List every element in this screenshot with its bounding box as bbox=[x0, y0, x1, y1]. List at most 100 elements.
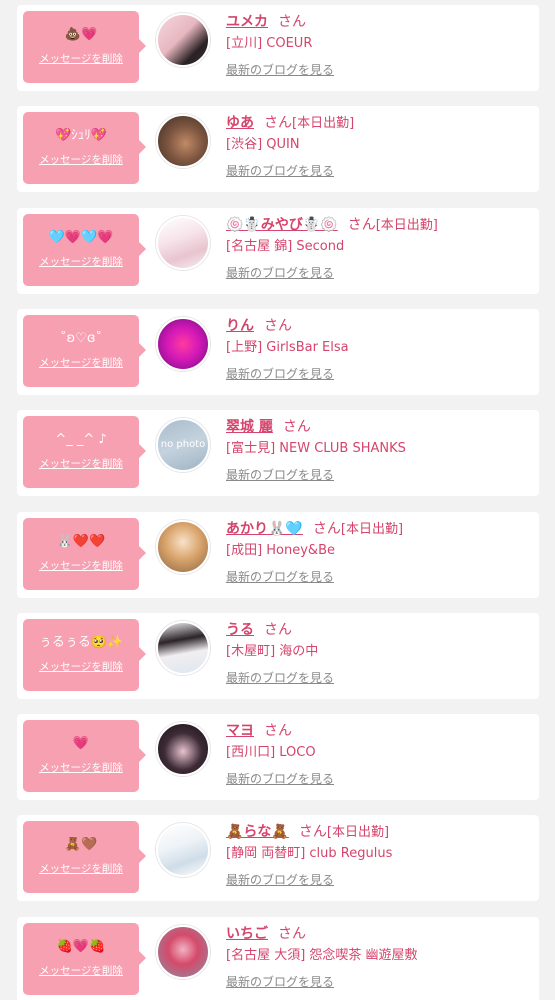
shop-info: [西川口] LOCO bbox=[226, 745, 316, 760]
message-bubble: 💖ｼｭﾘ💖 メッセージを削除 bbox=[23, 112, 146, 184]
delete-message-link[interactable]: メッセージを削除 bbox=[23, 659, 139, 674]
name-row: りん さん bbox=[226, 317, 292, 335]
shop-info: [木屋町] 海の中 bbox=[226, 644, 319, 659]
message-text: 💖ｼｭﾘ💖 bbox=[55, 128, 107, 143]
avatar[interactable] bbox=[156, 520, 210, 574]
cast-name-link[interactable]: マヨ bbox=[226, 723, 254, 739]
avatar[interactable] bbox=[156, 317, 210, 371]
latest-blog-link[interactable]: 最新のブログを見る bbox=[226, 669, 334, 686]
avatar[interactable] bbox=[156, 823, 210, 877]
message-card: ぅるぅる🥺✨ メッセージを削除 うる さん [木屋町] 海の中 最新のブログを見る bbox=[17, 613, 539, 699]
name-row: 🍥☃️みやび☃️🍥 さん[本日出勤] bbox=[226, 216, 438, 235]
name-row: うる さん bbox=[226, 621, 292, 639]
cast-name-link[interactable]: いちご bbox=[226, 926, 268, 942]
cast-name-link[interactable]: ユメカ bbox=[226, 14, 268, 30]
name-row: いちご さん bbox=[226, 925, 306, 943]
cast-name-link[interactable]: 🍥☃️みやび☃️🍥 bbox=[226, 217, 338, 233]
shop-info: [富士見] NEW CLUB SHANKS bbox=[226, 441, 406, 456]
message-bubble: 🧸🤎 メッセージを削除 bbox=[23, 821, 146, 893]
honorific: さん bbox=[264, 318, 292, 334]
name-row: ゆあ さん[本日出勤] bbox=[226, 114, 354, 133]
avatar[interactable] bbox=[156, 216, 210, 270]
delete-message-link[interactable]: メッセージを削除 bbox=[23, 152, 139, 167]
latest-blog-link[interactable]: 最新のブログを見る bbox=[226, 264, 334, 281]
message-card: ˚ʚ♡ɞ˚ メッセージを削除 りん さん [上野] GirlsBar Elsa 最新のブロ… bbox=[17, 309, 539, 395]
message-card: 💗 メッセージを削除 マヨ さん [西川口] LOCO 最新のブログを見る bbox=[17, 714, 539, 800]
message-bubble: 🍓💗🍓 メッセージを削除 bbox=[23, 923, 146, 995]
name-row: ユメカ さん bbox=[226, 13, 306, 31]
name-row: マヨ さん bbox=[226, 722, 292, 740]
cast-name-link[interactable]: うる bbox=[226, 622, 254, 638]
message-text: 💩💗 bbox=[64, 27, 98, 42]
message-card: 🧸🤎 メッセージを削除 🧸らな🧸 さん[本日出勤] [静岡 両替町] club Regu… bbox=[17, 815, 539, 901]
delete-message-link[interactable]: メッセージを削除 bbox=[23, 456, 139, 471]
honorific: さん bbox=[264, 622, 292, 638]
latest-blog-link[interactable]: 最新のブログを見る bbox=[226, 162, 334, 179]
latest-blog-link[interactable]: 最新のブログを見る bbox=[226, 973, 334, 990]
latest-blog-link[interactable]: 最新のブログを見る bbox=[226, 466, 334, 483]
message-card: ^_ _^ ♪ メッセージを削除 no photo 翠城 麗さん [富士見] NEW C… bbox=[17, 410, 539, 496]
no-photo-placeholder: no photo bbox=[160, 439, 206, 450]
delete-message-link[interactable]: メッセージを削除 bbox=[23, 963, 139, 978]
honorific: さん bbox=[278, 926, 306, 942]
attendance-status: [本日出勤] bbox=[326, 825, 390, 840]
shop-info: [渋谷] QUIN bbox=[226, 137, 300, 152]
avatar[interactable] bbox=[156, 925, 210, 979]
shop-info: [静岡 両替町] club Regulus bbox=[226, 846, 393, 861]
latest-blog-link[interactable]: 最新のブログを見る bbox=[226, 365, 334, 382]
shop-info: [上野] GirlsBar Elsa bbox=[226, 340, 349, 355]
latest-blog-link[interactable]: 最新のブログを見る bbox=[226, 770, 334, 787]
delete-message-link[interactable]: メッセージを削除 bbox=[23, 254, 139, 269]
latest-blog-link[interactable]: 最新のブログを見る bbox=[226, 61, 334, 78]
avatar[interactable] bbox=[156, 621, 210, 675]
delete-message-link[interactable]: メッセージを削除 bbox=[23, 51, 139, 66]
message-card: 🐰❤️❤️ メッセージを削除 あかり🐰🩵 さん[本日出勤] [成田] Honey&Be 最… bbox=[17, 512, 539, 598]
shop-info: [立川] COEUR bbox=[226, 36, 313, 51]
shop-info: [名古屋 錦] Second bbox=[226, 239, 345, 254]
message-text: 🧸🤎 bbox=[64, 837, 98, 852]
shop-info: [成田] Honey&Be bbox=[226, 543, 335, 558]
attendance-status: [本日出勤] bbox=[375, 218, 438, 233]
message-text: 💗 bbox=[72, 736, 90, 751]
delete-message-link[interactable]: メッセージを削除 bbox=[23, 861, 139, 876]
delete-message-link[interactable]: メッセージを削除 bbox=[23, 760, 139, 775]
latest-blog-link[interactable]: 最新のブログを見る bbox=[226, 568, 334, 585]
name-row: 🧸らな🧸 さん[本日出勤] bbox=[226, 823, 389, 842]
message-bubble: ぅるぅる🥺✨ メッセージを削除 bbox=[23, 619, 146, 691]
cast-name-link[interactable]: ゆあ bbox=[226, 115, 254, 131]
message-card: 🍓💗🍓 メッセージを削除 いちご さん [名古屋 大須] 怨念喫茶 幽遊屋敷 最新のブログ… bbox=[17, 917, 539, 1000]
message-bubble: ^_ _^ ♪ メッセージを削除 bbox=[23, 416, 146, 488]
name-row: 翠城 麗さん bbox=[226, 418, 311, 436]
avatar[interactable] bbox=[156, 114, 210, 168]
message-bubble: 💩💗 メッセージを削除 bbox=[23, 11, 146, 83]
message-bubble: ˚ʚ♡ɞ˚ メッセージを削除 bbox=[23, 315, 146, 387]
message-text: 🩵💗🩵💗 bbox=[48, 230, 114, 245]
delete-message-link[interactable]: メッセージを削除 bbox=[23, 355, 139, 370]
message-card: 💖ｼｭﾘ💖 メッセージを削除 ゆあ さん[本日出勤] [渋谷] QUIN 最新のブログを見… bbox=[17, 106, 539, 192]
message-list: 💩💗 メッセージを削除 ユメカ さん [立川] COEUR 最新のブログを見る 💖ｼｭﾘ💖 メ… bbox=[0, 0, 555, 1000]
honorific: さん bbox=[264, 723, 292, 739]
honorific: さん bbox=[312, 521, 341, 537]
message-text: ^_ _^ ♪ bbox=[55, 432, 107, 447]
shop-info: [名古屋 大須] 怨念喫茶 幽遊屋敷 bbox=[226, 948, 418, 963]
avatar[interactable]: no photo bbox=[156, 418, 210, 472]
attendance-status: [本日出勤] bbox=[292, 116, 355, 131]
cast-name-link[interactable]: りん bbox=[226, 318, 254, 334]
honorific: さん bbox=[347, 217, 376, 233]
cast-name-link[interactable]: 翠城 麗 bbox=[226, 419, 273, 435]
honorific: さん bbox=[282, 419, 311, 435]
avatar[interactable] bbox=[156, 722, 210, 776]
message-bubble: 🐰❤️❤️ メッセージを削除 bbox=[23, 518, 146, 590]
latest-blog-link[interactable]: 最新のブログを見る bbox=[226, 871, 334, 888]
avatar[interactable] bbox=[156, 13, 210, 67]
cast-name-link[interactable]: 🧸らな🧸 bbox=[226, 824, 289, 840]
message-bubble: 💗 メッセージを削除 bbox=[23, 720, 146, 792]
honorific: さん bbox=[298, 824, 327, 840]
message-text: ぅるぅる🥺✨ bbox=[38, 635, 124, 650]
cast-name-link[interactable]: あかり🐰🩵 bbox=[226, 521, 303, 537]
message-card: 💩💗 メッセージを削除 ユメカ さん [立川] COEUR 最新のブログを見る bbox=[17, 5, 539, 91]
attendance-status: [本日出勤] bbox=[340, 522, 404, 537]
name-row: あかり🐰🩵 さん[本日出勤] bbox=[226, 520, 403, 539]
honorific: さん bbox=[278, 14, 306, 30]
delete-message-link[interactable]: メッセージを削除 bbox=[23, 558, 139, 573]
